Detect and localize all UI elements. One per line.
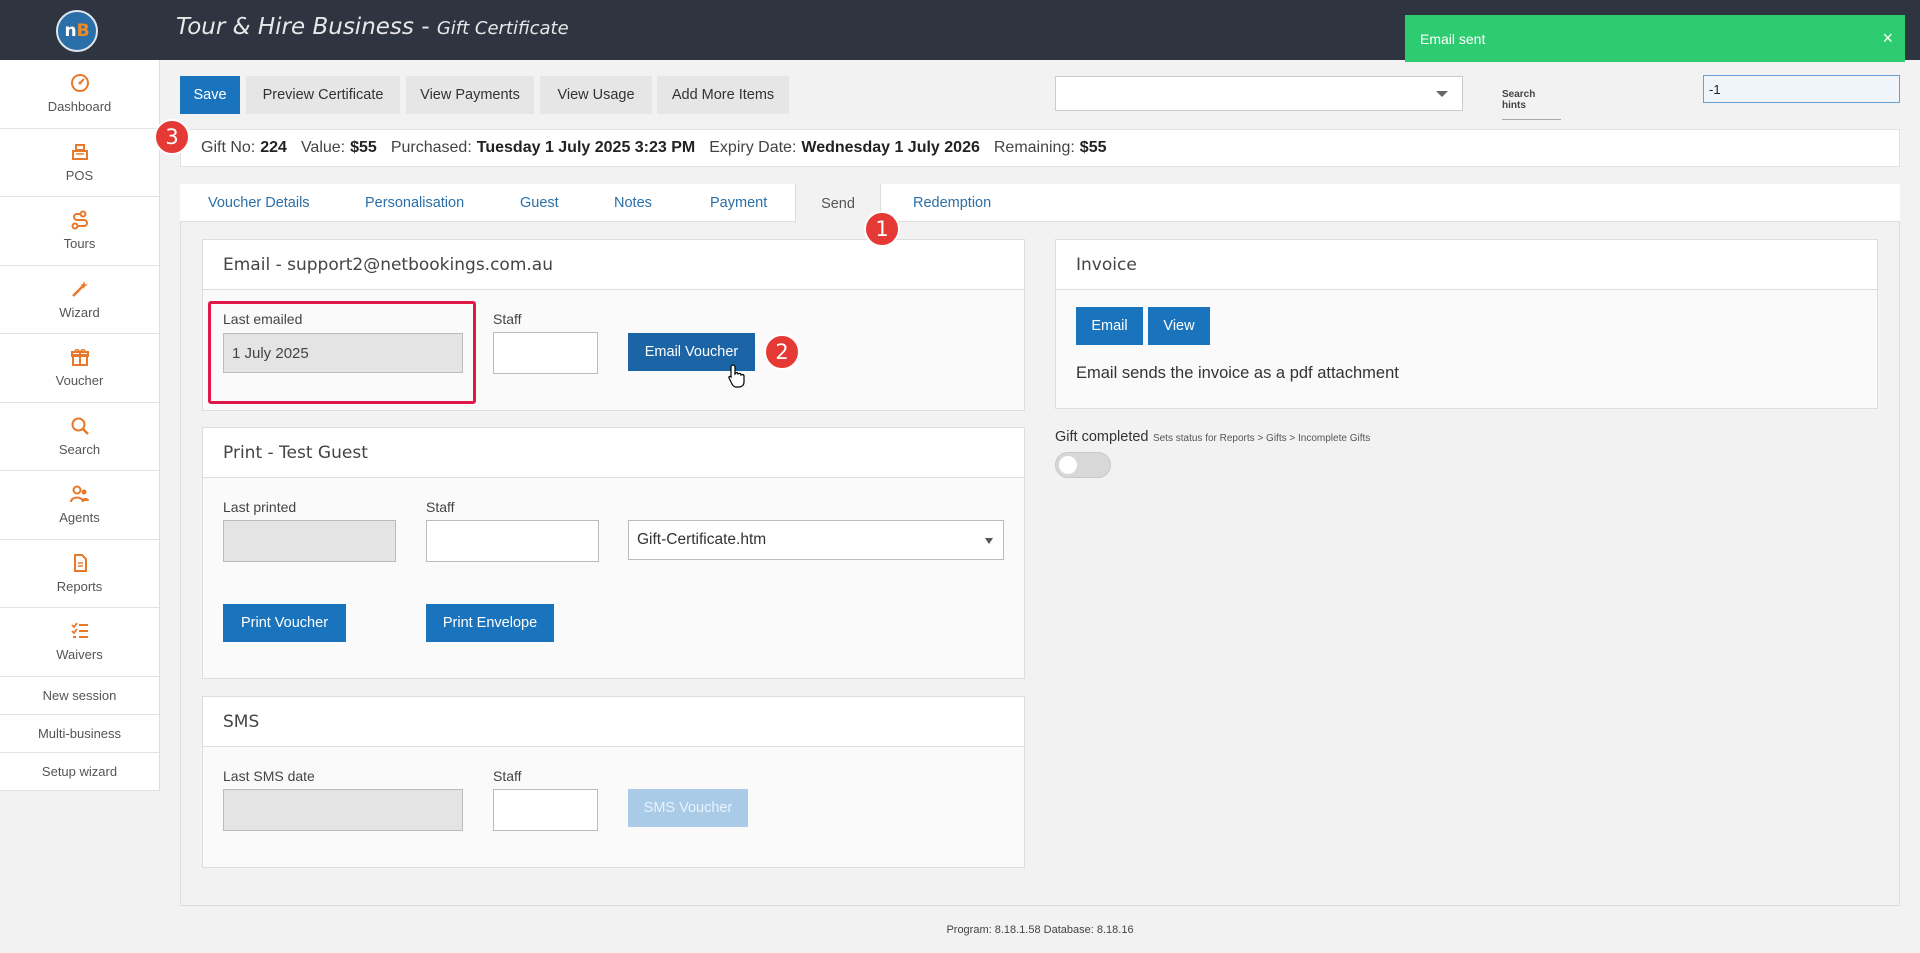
- sidebar-item-wizard[interactable]: Wizard: [0, 266, 159, 334]
- email-panel-title: Email - support2@netbookings.com.au: [203, 240, 1024, 290]
- sidebar-item-agents[interactable]: Agents: [0, 471, 159, 540]
- last-printed-field[interactable]: [223, 520, 396, 562]
- sidebar-item-label: Dashboard: [47, 99, 112, 115]
- tab-bar: Voucher Details Personalisation Guest No…: [180, 184, 1900, 223]
- tab-payment[interactable]: Payment: [710, 184, 767, 222]
- sidebar-item-voucher[interactable]: Voucher: [0, 334, 159, 403]
- tab-redemption[interactable]: Redemption: [913, 184, 991, 222]
- gift-completed-hint: Sets status for Reports > Gifts > Incomp…: [1152, 433, 1371, 444]
- sidebar-item-label: POS: [65, 167, 94, 183]
- search-hints-link[interactable]: Search hints: [1502, 89, 1561, 120]
- view-payments-button[interactable]: View Payments: [406, 76, 534, 114]
- invoice-email-button[interactable]: Email: [1076, 307, 1143, 345]
- sidebar-item-label: Reports: [56, 578, 103, 594]
- search-input[interactable]: [1703, 75, 1900, 103]
- view-usage-button[interactable]: View Usage: [540, 76, 652, 114]
- business-select[interactable]: [1055, 76, 1463, 111]
- search-icon: [71, 417, 89, 435]
- sidebar-link-new-session[interactable]: New session: [0, 677, 159, 715]
- gift-completed-label: Gift completed: [1055, 429, 1149, 445]
- gift-icon: [70, 349, 89, 367]
- email-staff-field[interactable]: [493, 332, 598, 374]
- sidebar-link-multi-business[interactable]: Multi-business: [0, 715, 159, 753]
- sidebar-item-label: Waivers: [56, 647, 103, 663]
- invoice-panel-title: Invoice: [1056, 240, 1877, 290]
- print-panel-title: Print - Test Guest: [203, 428, 1024, 478]
- gift-completed-toggle[interactable]: [1055, 452, 1111, 478]
- sidebar-item-label: Search: [58, 441, 101, 457]
- expiry-date: Wednesday 1 July 2026: [801, 139, 980, 156]
- last-sms-field[interactable]: [223, 789, 463, 831]
- gift-number: 224: [260, 139, 287, 156]
- sidebar-item-dashboard[interactable]: Dashboard: [0, 60, 159, 129]
- preview-certificate-button[interactable]: Preview Certificate: [246, 76, 400, 114]
- document-icon: [73, 553, 87, 572]
- sidebar-item-label: Voucher: [55, 373, 104, 389]
- remaining-value: $55: [1079, 139, 1107, 156]
- hand-cursor-icon: [728, 364, 745, 388]
- save-button[interactable]: Save: [180, 76, 240, 114]
- sms-panel-title: SMS: [203, 697, 1024, 747]
- tab-guest[interactable]: Guest: [520, 184, 559, 222]
- print-voucher-button[interactable]: Print Voucher: [223, 604, 346, 642]
- staff-label: Staff: [493, 768, 522, 784]
- tab-voucher-details[interactable]: Voucher Details: [208, 184, 310, 222]
- invoice-view-button[interactable]: View: [1148, 307, 1210, 345]
- print-staff-field[interactable]: [426, 520, 599, 562]
- sidebar-item-label: Tours: [63, 236, 96, 252]
- route-icon: [71, 210, 88, 230]
- invoice-note: Email sends the invoice as a pdf attachm…: [1076, 364, 1399, 382]
- sidebar-item-tours[interactable]: Tours: [0, 197, 159, 266]
- step-badge-2: 2: [764, 334, 800, 370]
- last-printed-label: Last printed: [223, 499, 297, 515]
- gift-completed-row: Gift completed Sets status for Reports >…: [1055, 428, 1370, 446]
- sms-voucher-button[interactable]: SMS Voucher: [628, 789, 748, 827]
- purchase-date: Tuesday 1 July 2025 3:23 PM: [476, 139, 696, 156]
- toast-message: Email sent: [1420, 30, 1486, 47]
- toast-notification: Email sent ×: [1405, 15, 1905, 62]
- sidebar-item-search[interactable]: Search: [0, 403, 159, 471]
- step-badge-3: 3: [154, 119, 190, 155]
- toggle-knob: [1059, 456, 1077, 474]
- staff-label: Staff: [493, 311, 522, 327]
- chevron-down-icon: [1436, 91, 1448, 97]
- staff-label: Staff: [426, 499, 455, 515]
- dashboard-icon: [70, 74, 89, 93]
- sidebar-link-setup-wizard[interactable]: Setup wizard: [0, 753, 159, 791]
- sms-panel: SMS: [202, 696, 1025, 868]
- sms-staff-field[interactable]: [493, 789, 598, 831]
- sidebar-item-label: Wizard: [59, 304, 100, 320]
- sidebar-item-pos[interactable]: POS: [0, 129, 159, 197]
- close-icon[interactable]: ×: [1882, 28, 1893, 49]
- print-envelope-button[interactable]: Print Envelope: [426, 604, 554, 642]
- gift-info-bar: Gift No: 224 Value: $55 Purchased: Tuesday …: [180, 129, 1900, 167]
- add-more-items-button[interactable]: Add More Items: [657, 76, 789, 114]
- sidebar: Dashboard POS Tours Wizard Voucher Searc…: [0, 60, 160, 791]
- last-sms-label: Last SMS date: [223, 768, 315, 784]
- checklist-icon: [70, 622, 88, 639]
- users-icon: [69, 485, 89, 503]
- chevron-down-icon: [985, 538, 993, 544]
- page-title: Tour & Hire Business - Gift Certificate: [176, 14, 569, 40]
- tab-notes[interactable]: Notes: [614, 184, 652, 222]
- sidebar-item-label: Agents: [59, 510, 100, 526]
- certificate-template-select[interactable]: Gift-Certificate.htm: [628, 520, 1004, 560]
- version-footer: Program: 8.18.1.58 Database: 8.18.16: [946, 924, 1134, 936]
- highlight-box: [208, 301, 476, 404]
- gift-value: $55: [350, 139, 377, 156]
- app-logo[interactable]: nB: [56, 10, 98, 52]
- register-icon: [71, 143, 88, 160]
- magic-wand-icon: [71, 280, 88, 297]
- sidebar-item-reports[interactable]: Reports: [0, 540, 159, 608]
- tab-personalisation[interactable]: Personalisation: [365, 184, 464, 222]
- sidebar-item-waivers[interactable]: Waivers: [0, 608, 159, 677]
- step-badge-1: 1: [864, 211, 900, 247]
